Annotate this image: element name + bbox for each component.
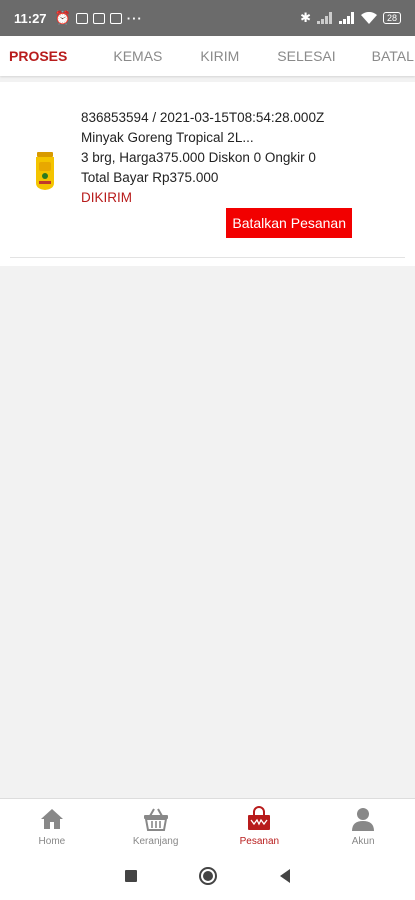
status-bar: 11:27 ⏰ ··· ✱ 28 — [0, 0, 415, 36]
nav-pesanan[interactable]: Pesanan — [208, 799, 312, 852]
bag-icon — [248, 806, 271, 830]
back-icon[interactable] — [278, 868, 292, 884]
more-notifications-icon: ··· — [126, 10, 143, 26]
order-status: DIKIRIM — [81, 190, 133, 205]
message-icon — [75, 12, 88, 24]
bottom-nav: Home Keranjang Pesanan Akun — [0, 798, 415, 852]
recent-apps-icon[interactable] — [124, 869, 138, 883]
order-total: Total Bayar Rp375.000 — [81, 170, 219, 185]
product-name: Minyak Goreng Tropical 2L... — [81, 130, 254, 145]
divider — [10, 257, 405, 258]
order-id-date: 836853594 / 2021-03-15T08:54:28.000Z — [81, 110, 325, 125]
status-time: 11:27 — [14, 10, 47, 26]
battery-icon: 28 — [382, 12, 401, 24]
nav-pesanan-label: Pesanan — [239, 836, 280, 847]
order-card[interactable]: 836853594 / 2021-03-15T08:54:28.000Z Min… — [0, 82, 415, 266]
notification-icons: ⏰ ··· — [55, 10, 143, 26]
signal-icon — [316, 12, 332, 24]
order-status-tabs: PROSES KEMAS KIRIM SELESAI BATAL — [0, 36, 415, 76]
calendar-icon — [109, 12, 122, 24]
tab-kirim[interactable]: KIRIM — [191, 48, 248, 64]
home-icon — [40, 809, 63, 829]
tab-selesai[interactable]: SELESAI — [268, 48, 344, 64]
nav-keranjang[interactable]: Keranjang — [104, 799, 208, 852]
wifi-icon — [360, 12, 377, 24]
user-icon — [352, 808, 375, 831]
tab-proses[interactable]: PROSES — [0, 48, 76, 64]
mail-icon — [92, 12, 105, 24]
cancel-order-button[interactable]: Batalkan Pesanan — [226, 208, 352, 238]
nav-akun-label: Akun — [351, 836, 375, 847]
bluetooth-icon: ✱ — [300, 10, 311, 25]
nav-home[interactable]: Home — [0, 799, 104, 852]
signal-icon — [338, 12, 354, 24]
order-info: 836853594 / 2021-03-15T08:54:28.000Z Min… — [81, 108, 324, 208]
alarm-icon: ⏰ — [54, 10, 71, 25]
nav-akun[interactable]: Akun — [311, 799, 415, 852]
order-details: 3 brg, Harga375.000 Diskon 0 Ongkir 0 — [81, 150, 316, 165]
tab-batal[interactable]: BATAL — [363, 48, 415, 64]
nav-home-label: Home — [38, 836, 66, 847]
basket-icon — [143, 808, 168, 831]
home-button-icon[interactable] — [198, 866, 218, 886]
tab-kemas[interactable]: KEMAS — [104, 48, 171, 64]
nav-keranjang-label: Keranjang — [132, 836, 179, 847]
system-nav-bar — [0, 852, 415, 900]
product-image — [36, 152, 54, 190]
